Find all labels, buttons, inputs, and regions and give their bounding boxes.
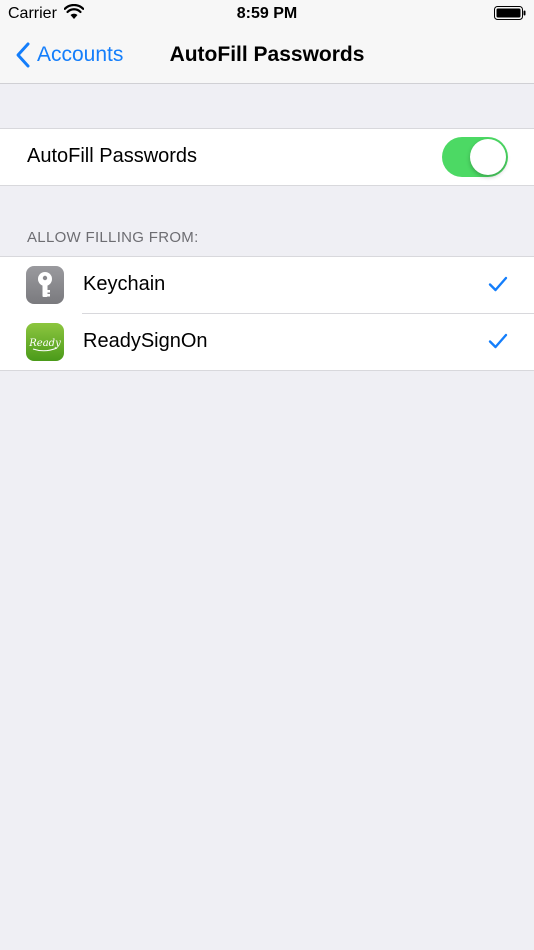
list-item-label: Keychain	[83, 273, 166, 295]
list-item-label: ReadySignOn	[83, 330, 208, 352]
keychain-icon	[26, 266, 64, 304]
ready-icon-text: Ready	[28, 338, 61, 349]
status-time: 8:59 PM	[236, 5, 298, 22]
checkmark-icon	[488, 333, 508, 349]
checkmark-icon	[488, 276, 508, 292]
autofill-passwords-label: AutoFill Passwords	[27, 145, 198, 167]
toggle-knob	[470, 139, 506, 175]
battery-icon	[494, 6, 526, 20]
autofill-passwords-toggle[interactable]	[442, 137, 508, 177]
list-item-readysignon[interactable]: Ready ReadySignOn	[0, 314, 534, 370]
section-header: ALLOW FILLING FROM:	[27, 229, 199, 246]
list-item-keychain[interactable]: Keychain	[0, 257, 534, 314]
allow-filling-list: Keychain Ready ReadySignOn	[0, 256, 534, 371]
autofill-passwords-row: AutoFill Passwords	[0, 128, 534, 186]
status-bar: Carrier 8:59 PM	[0, 0, 534, 28]
page-title: AutoFill Passwords	[169, 43, 365, 66]
readysignon-app-icon: Ready	[26, 323, 64, 361]
navigation-bar: Accounts AutoFill Passwords	[0, 28, 534, 84]
